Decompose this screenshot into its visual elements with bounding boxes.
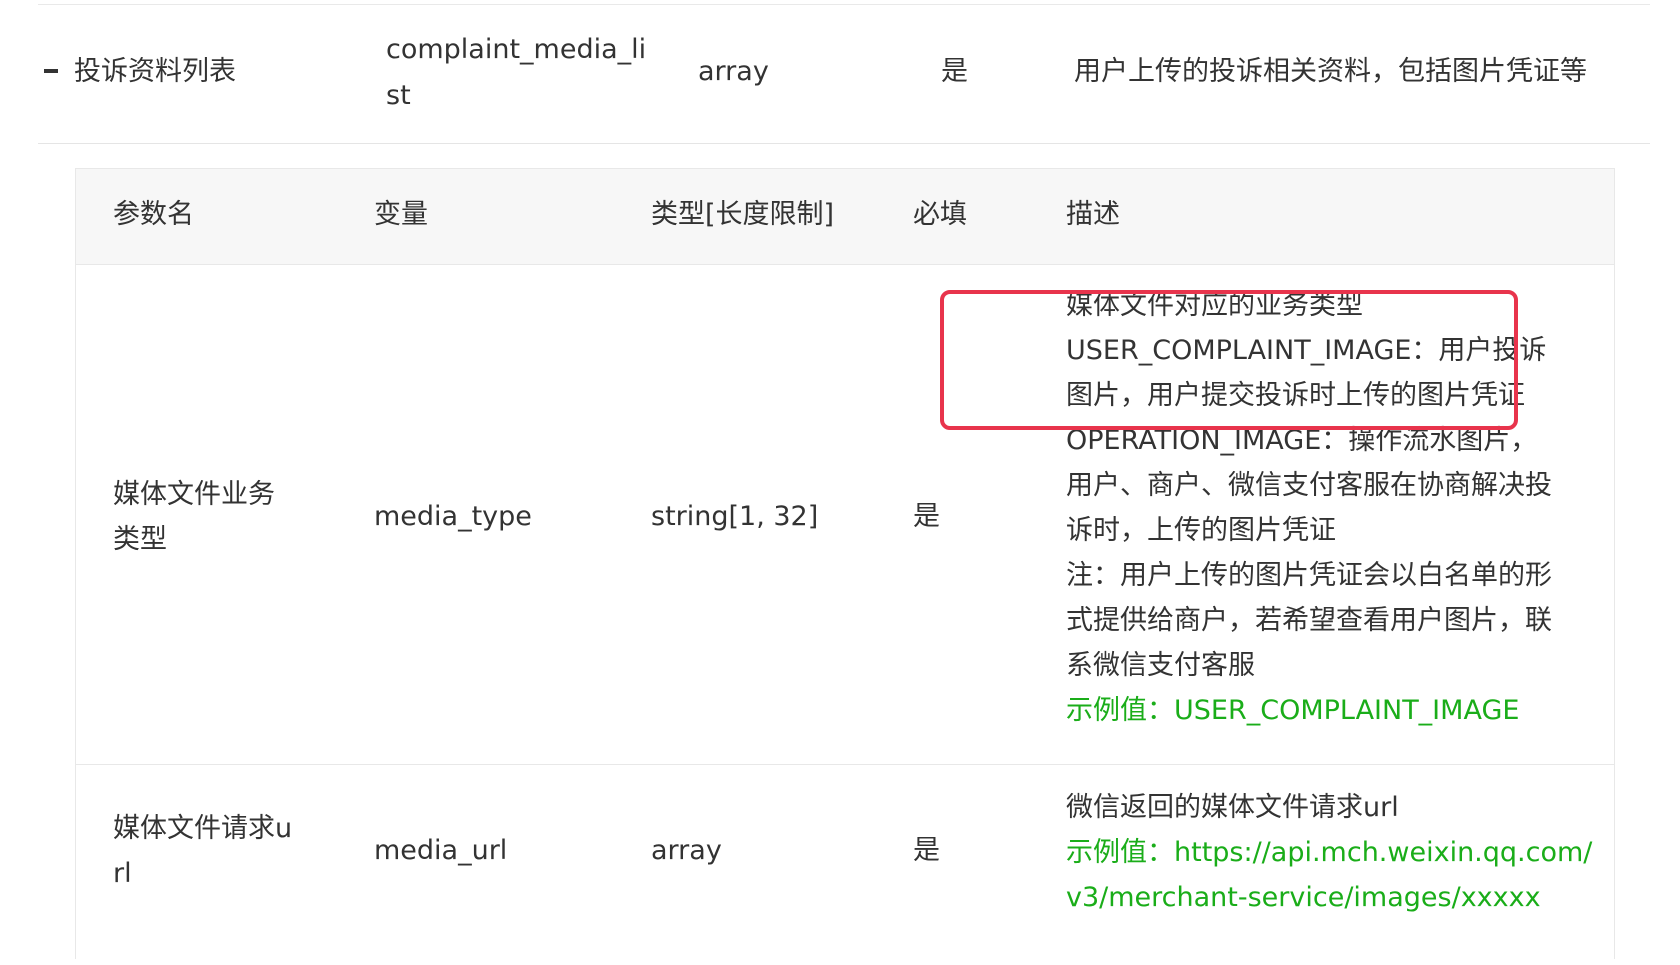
description-cell: 微信返回的媒体文件请求url 示例值：https://api.mch.weixi… [1066,785,1593,920]
header-param-name: 参数名 [113,199,194,230]
param-type: array [698,56,769,87]
table-header-row: 参数名 变量 类型[长度限制] 必填 描述 [76,169,1614,265]
note-text: 系微信支付客服 [1066,650,1255,681]
header-description: 描述 [1066,199,1120,230]
variable-cell: media_type [374,501,532,532]
type-cell: string[1, 32] [651,501,819,532]
param-variable: complaint_media_list [386,34,647,111]
note-text: 注：用户上传的图片凭证会以白名单的形 [1066,560,1552,591]
highlight-annotation-box [940,290,1518,430]
param-name-cell: 媒体文件请求u rl [113,813,293,889]
table-row: 媒体文件请求u rl media_url array 是 微信返回的媒体文件请求… [76,765,1614,965]
required-cell: 是 [913,835,940,866]
param-required: 是 [941,56,968,87]
required-cell: 是 [913,501,940,532]
parent-param-row: 投诉资料列表 complaint_media_list array 是 用户上传… [38,5,1650,144]
type-cell: array [651,835,722,866]
example-value: v3/merchant-service/images/xxxxx [1066,882,1541,913]
variable-cell: media_url [374,835,508,866]
header-required: 必填 [913,199,967,230]
header-variable: 变量 [374,199,428,230]
param-name: 投诉资料列表 [74,56,236,87]
note-text: 式提供给商户，若希望查看用户图片，联 [1066,605,1552,636]
nested-params-table: 参数名 变量 类型[长度限制] 必填 描述 媒体文件业务 类型 media_ty… [75,168,1615,959]
header-type: 类型[长度限制] [651,199,835,230]
param-name-cell: 媒体文件业务 类型 [113,479,275,555]
example-value: 示例值：USER_COMPLAINT_IMAGE [1066,695,1520,726]
minus-icon[interactable] [44,69,58,73]
example-value: 示例值：https://api.mch.weixin.qq.com/ [1066,837,1593,868]
param-description: 用户上传的投诉相关资料，包括图片凭证等 [1074,56,1587,87]
